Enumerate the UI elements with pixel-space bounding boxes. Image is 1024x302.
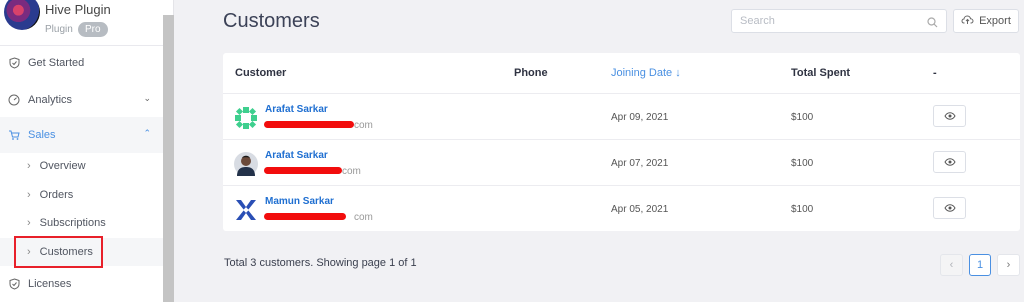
customer-name-link[interactable]: Arafat Sarkar (265, 104, 328, 115)
eye-icon (943, 153, 956, 171)
highlight-box (14, 236, 103, 268)
sidebar-subitem-subscriptions[interactable]: › Subscriptions (0, 209, 163, 237)
app-logo (4, 0, 40, 30)
chevron-left-icon: ‹ (949, 259, 954, 271)
sidebar-subitem-orders[interactable]: › Orders (0, 181, 163, 209)
column-header-actions: - (933, 67, 937, 79)
view-button[interactable] (933, 197, 966, 219)
page-title: Customers (223, 10, 320, 32)
sidebar-item-label: Get Started (28, 57, 85, 69)
avatar (234, 106, 258, 130)
prev-page-button[interactable]: ‹ (940, 254, 963, 276)
avatar (234, 198, 258, 222)
table-row: Mamun Sarkar com Apr 05, 2021 $100 (223, 185, 1020, 231)
joining-date: Apr 07, 2021 (611, 158, 669, 169)
export-label: Export (979, 15, 1011, 27)
joining-date: Apr 05, 2021 (611, 204, 669, 215)
table-row: Arafat Sarkar com Apr 09, 2021 $100 (223, 93, 1020, 139)
chevron-right-icon: › (27, 189, 31, 201)
chevron-right-icon: › (27, 217, 31, 229)
customer-email: com (354, 212, 373, 223)
customer-email: com (342, 166, 361, 177)
customers-table: Customer Phone Joining Date ↓ Total Spen… (223, 53, 1020, 231)
shield-icon (7, 56, 21, 70)
brand: Hive Plugin Plugin Pro (0, 0, 163, 46)
export-button[interactable]: Export (953, 9, 1019, 33)
cloud-upload-icon (961, 14, 974, 28)
search-box[interactable] (731, 9, 947, 33)
joining-date: Apr 09, 2021 (611, 112, 669, 123)
chevron-right-icon: › (1006, 259, 1011, 271)
chevron-up-icon: ⌃ (143, 128, 151, 138)
redaction-mark (264, 213, 346, 220)
pagination-summary: Total 3 customers. Showing page 1 of 1 (224, 257, 417, 269)
sidebar-subitem-label: Overview (39, 160, 86, 172)
app-name: Hive Plugin (45, 2, 111, 17)
view-button[interactable] (933, 151, 966, 173)
page-number-button[interactable]: 1 (969, 254, 991, 276)
view-button[interactable] (933, 105, 966, 127)
pro-badge: Pro (78, 22, 108, 37)
avatar (234, 152, 258, 176)
sidebar-item-get-started[interactable]: Get Started (0, 45, 163, 81)
eye-icon (943, 199, 956, 217)
customer-name-link[interactable]: Mamun Sarkar (265, 196, 334, 207)
table-row: Arafat Sarkar com Apr 07, 2021 $100 (223, 139, 1020, 185)
sidebar: Hive Plugin Plugin Pro Get Started Analy… (0, 0, 174, 302)
sidebar-item-label: Analytics (28, 94, 73, 106)
search-icon[interactable] (927, 15, 938, 33)
column-header-total-spent: Total Spent (791, 67, 851, 79)
sort-arrow-icon: ↓ (675, 67, 681, 79)
customer-name-link[interactable]: Arafat Sarkar (265, 150, 328, 161)
total-spent: $100 (791, 158, 814, 169)
sidebar-item-licenses[interactable]: Licenses (0, 266, 163, 302)
customer-email: com (354, 120, 373, 131)
chevron-down-icon: ⌄ (143, 93, 151, 103)
sidebar-subitem-overview[interactable]: › Overview (0, 152, 163, 180)
redaction-mark (264, 121, 354, 128)
shield-icon (7, 277, 21, 291)
total-spent: $100 (791, 112, 814, 123)
sidebar-item-analytics[interactable]: Analytics ⌄ (0, 82, 163, 118)
sidebar-subitem-label: Subscriptions (39, 217, 106, 229)
column-header-label: Joining Date (611, 67, 673, 79)
cart-icon (7, 128, 21, 142)
sidebar-item-label: Licenses (28, 278, 72, 290)
chevron-right-icon: › (27, 160, 31, 172)
column-header-phone: Phone (514, 67, 548, 79)
app-subtitle: Plugin (45, 24, 73, 35)
sidebar-item-sales[interactable]: Sales ⌃ (0, 117, 163, 153)
redaction-mark (264, 167, 342, 174)
sidebar-subitem-label: Orders (39, 189, 74, 201)
sidebar-scrollbar[interactable] (163, 15, 174, 302)
eye-icon (943, 107, 956, 125)
column-header-joining-date[interactable]: Joining Date ↓ (611, 67, 681, 79)
search-input[interactable] (732, 10, 922, 32)
next-page-button[interactable]: › (997, 254, 1020, 276)
sidebar-item-label: Sales (28, 129, 56, 141)
gauge-icon (7, 93, 21, 107)
total-spent: $100 (791, 204, 814, 215)
column-header-customer: Customer (235, 67, 287, 79)
